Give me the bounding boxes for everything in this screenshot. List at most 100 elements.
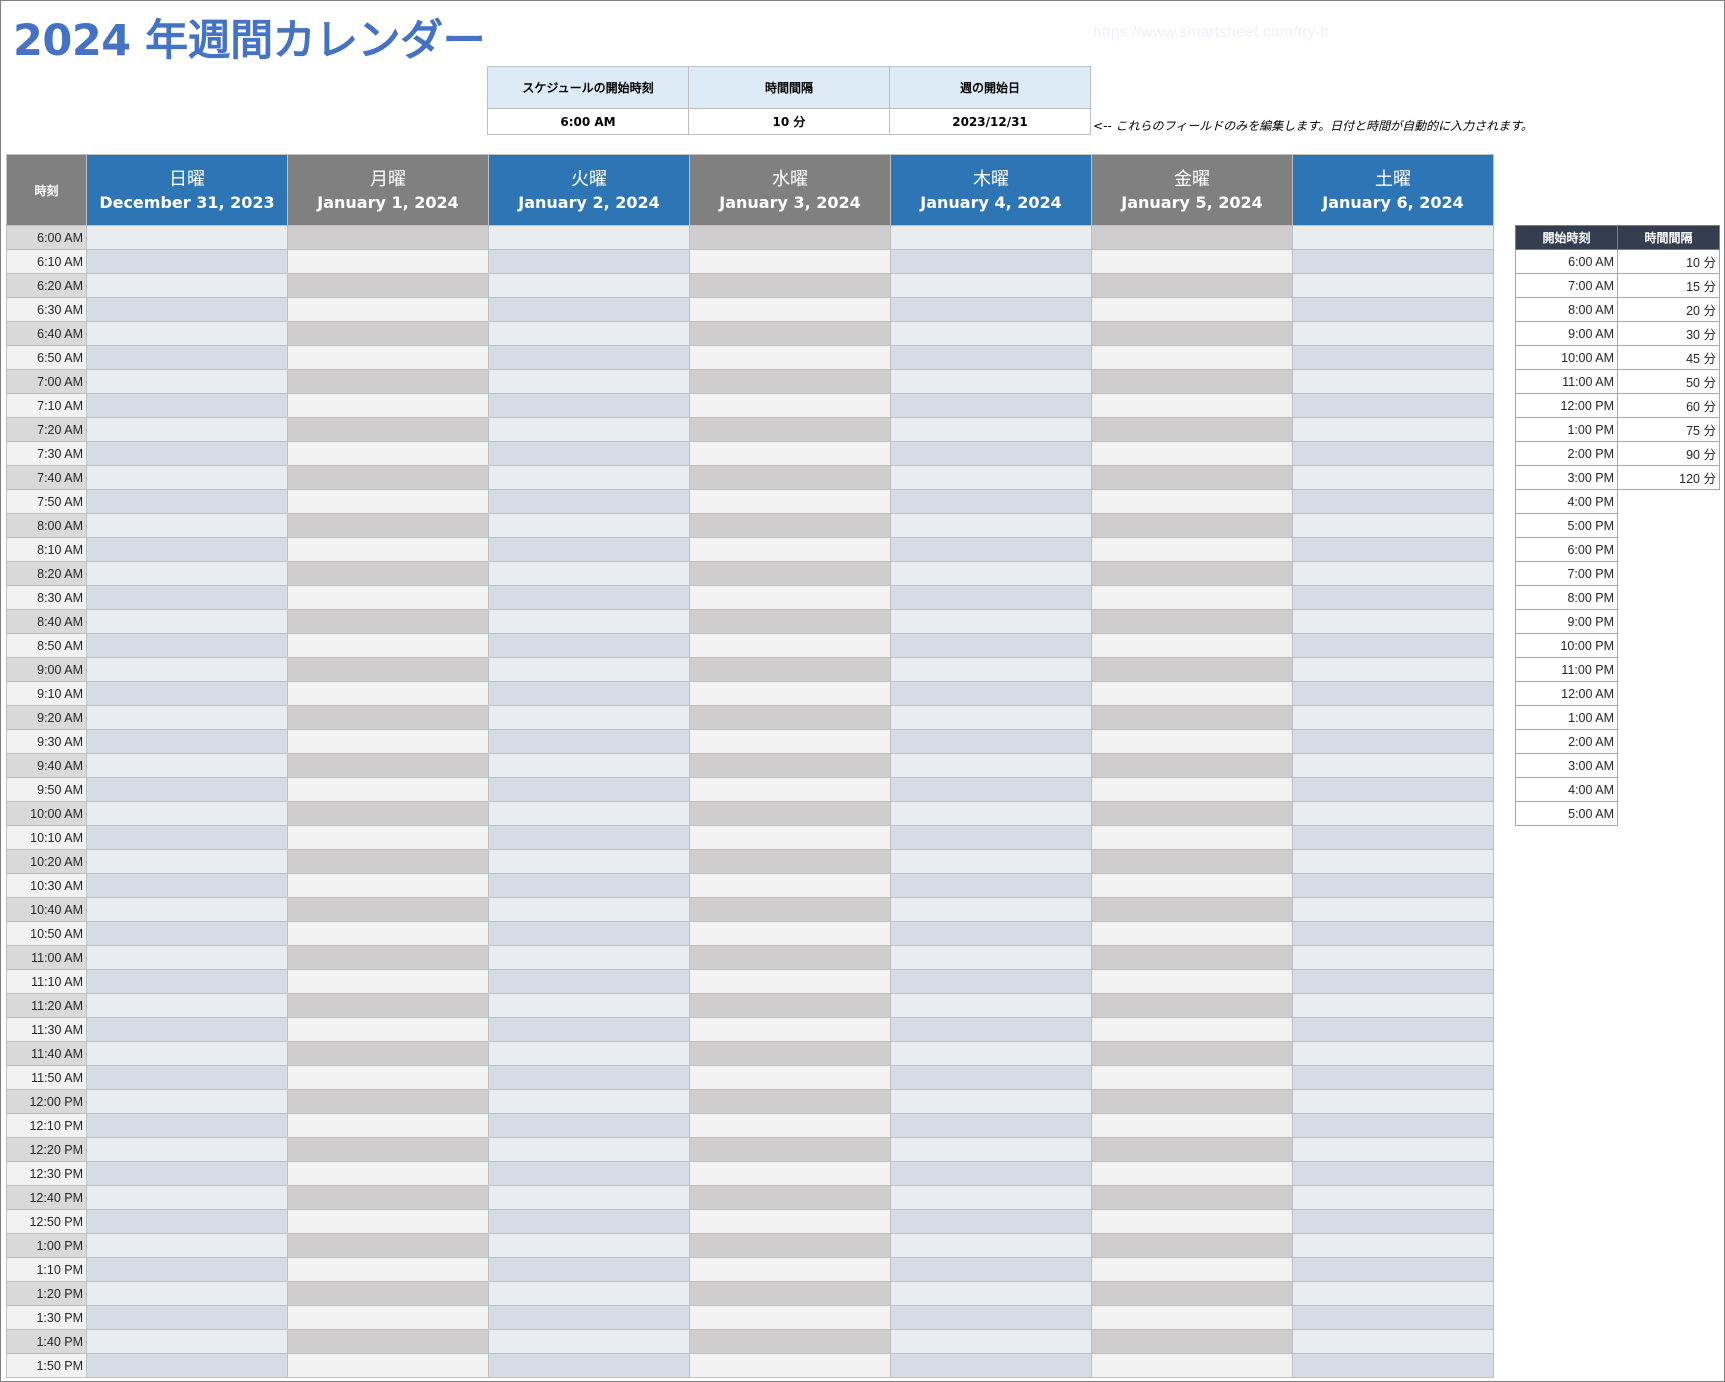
event-cell[interactable] <box>890 1209 1092 1234</box>
event-cell[interactable] <box>689 369 891 394</box>
event-cell[interactable] <box>287 513 489 538</box>
event-cell[interactable] <box>488 1161 690 1186</box>
event-cell[interactable] <box>488 633 690 658</box>
event-cell[interactable] <box>1091 753 1293 778</box>
event-cell[interactable] <box>86 441 288 466</box>
event-cell[interactable] <box>1292 1281 1494 1306</box>
event-cell[interactable] <box>1292 1305 1494 1330</box>
event-cell[interactable] <box>1091 345 1293 370</box>
event-cell[interactable] <box>488 1041 690 1066</box>
event-cell[interactable] <box>1091 801 1293 826</box>
event-cell[interactable] <box>287 849 489 874</box>
event-cell[interactable] <box>689 729 891 754</box>
event-cell[interactable] <box>1292 273 1494 298</box>
event-cell[interactable] <box>1292 681 1494 706</box>
event-cell[interactable] <box>689 1233 891 1258</box>
event-cell[interactable] <box>1292 657 1494 682</box>
event-cell[interactable] <box>488 801 690 826</box>
event-cell[interactable] <box>1091 657 1293 682</box>
event-cell[interactable] <box>890 1017 1092 1042</box>
event-cell[interactable] <box>689 753 891 778</box>
event-cell[interactable] <box>890 729 1092 754</box>
event-cell[interactable] <box>1091 921 1293 946</box>
event-cell[interactable] <box>689 897 891 922</box>
event-cell[interactable] <box>1292 1209 1494 1234</box>
event-cell[interactable] <box>488 1329 690 1354</box>
event-cell[interactable] <box>488 537 690 562</box>
event-cell[interactable] <box>1292 1113 1494 1138</box>
interval-field[interactable]: 10 分 <box>688 108 890 135</box>
event-cell[interactable] <box>1091 705 1293 730</box>
event-cell[interactable] <box>287 417 489 442</box>
event-cell[interactable] <box>86 609 288 634</box>
event-cell[interactable] <box>890 777 1092 802</box>
event-cell[interactable] <box>1292 921 1494 946</box>
event-cell[interactable] <box>488 681 690 706</box>
event-cell[interactable] <box>1292 537 1494 562</box>
event-cell[interactable] <box>689 393 891 418</box>
event-cell[interactable] <box>287 1041 489 1066</box>
event-cell[interactable] <box>488 1017 690 1042</box>
event-cell[interactable] <box>86 705 288 730</box>
event-cell[interactable] <box>1292 1329 1494 1354</box>
event-cell[interactable] <box>287 345 489 370</box>
event-cell[interactable] <box>488 345 690 370</box>
event-cell[interactable] <box>488 1281 690 1306</box>
event-cell[interactable] <box>287 1137 489 1162</box>
event-cell[interactable] <box>890 1089 1092 1114</box>
event-cell[interactable] <box>890 609 1092 634</box>
event-cell[interactable] <box>689 1113 891 1138</box>
event-cell[interactable] <box>1292 1137 1494 1162</box>
event-cell[interactable] <box>1292 897 1494 922</box>
event-cell[interactable] <box>1292 321 1494 346</box>
watermark-link[interactable]: https://www.smartsheet.com/try-it <box>1093 24 1329 42</box>
event-cell[interactable] <box>488 849 690 874</box>
event-cell[interactable] <box>1091 1281 1293 1306</box>
event-cell[interactable] <box>689 1041 891 1066</box>
event-cell[interactable] <box>488 393 690 418</box>
event-cell[interactable] <box>689 801 891 826</box>
event-cell[interactable] <box>1091 1137 1293 1162</box>
event-cell[interactable] <box>287 1161 489 1186</box>
event-cell[interactable] <box>86 1041 288 1066</box>
event-cell[interactable] <box>890 561 1092 586</box>
event-cell[interactable] <box>488 417 690 442</box>
event-cell[interactable] <box>488 753 690 778</box>
event-cell[interactable] <box>689 633 891 658</box>
event-cell[interactable] <box>890 1353 1092 1378</box>
event-cell[interactable] <box>86 729 288 754</box>
event-cell[interactable] <box>1091 897 1293 922</box>
event-cell[interactable] <box>287 873 489 898</box>
event-cell[interactable] <box>86 1281 288 1306</box>
event-cell[interactable] <box>86 369 288 394</box>
event-cell[interactable] <box>86 585 288 610</box>
event-cell[interactable] <box>689 1257 891 1282</box>
event-cell[interactable] <box>86 249 288 274</box>
event-cell[interactable] <box>1292 945 1494 970</box>
event-cell[interactable] <box>86 993 288 1018</box>
event-cell[interactable] <box>1091 873 1293 898</box>
event-cell[interactable] <box>890 969 1092 994</box>
event-cell[interactable] <box>287 1113 489 1138</box>
event-cell[interactable] <box>1091 1257 1293 1282</box>
event-cell[interactable] <box>689 537 891 562</box>
event-cell[interactable] <box>287 729 489 754</box>
event-cell[interactable] <box>689 705 891 730</box>
event-cell[interactable] <box>86 513 288 538</box>
event-cell[interactable] <box>1292 441 1494 466</box>
event-cell[interactable] <box>689 1209 891 1234</box>
event-cell[interactable] <box>890 1137 1092 1162</box>
event-cell[interactable] <box>488 705 690 730</box>
event-cell[interactable] <box>1091 1233 1293 1258</box>
event-cell[interactable] <box>1292 825 1494 850</box>
event-cell[interactable] <box>1091 489 1293 514</box>
event-cell[interactable] <box>287 1017 489 1042</box>
event-cell[interactable] <box>1292 777 1494 802</box>
event-cell[interactable] <box>1091 1161 1293 1186</box>
event-cell[interactable] <box>1091 297 1293 322</box>
event-cell[interactable] <box>890 993 1092 1018</box>
event-cell[interactable] <box>890 1113 1092 1138</box>
event-cell[interactable] <box>890 441 1092 466</box>
event-cell[interactable] <box>86 825 288 850</box>
event-cell[interactable] <box>488 609 690 634</box>
